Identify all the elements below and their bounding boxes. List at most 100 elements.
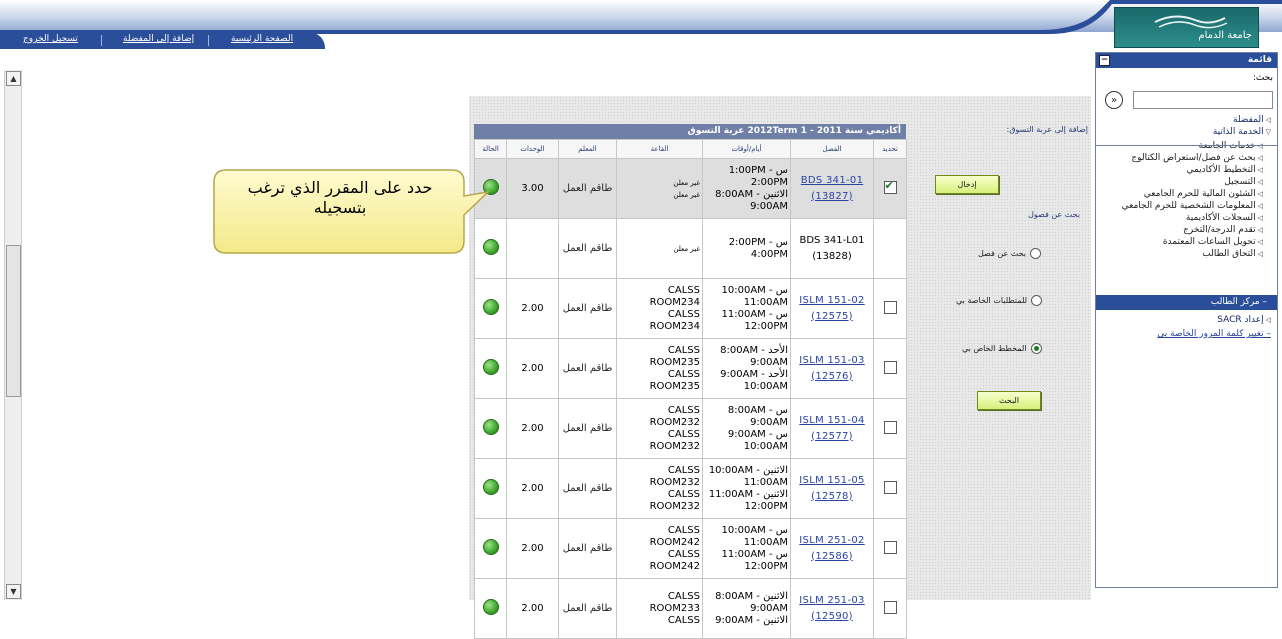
menu-item-label: المفضلة [1233,115,1264,125]
radio-my-requirements[interactable]: للمتطلبات الخاصة بي [956,295,1043,306]
class-link[interactable]: ISLM 151-05 [799,475,864,486]
time-line: س - 2:00PM [728,236,788,248]
select-checkbox[interactable] [883,300,897,314]
nav-home-link[interactable]: الصفحة الرئيسية [231,34,293,44]
menu-item-label: خدمات الجامعة [1198,141,1256,151]
class-link[interactable]: ISLM 251-02 [799,535,864,546]
instructor-cell: طاقم العمل [558,278,617,339]
menu-item-label: بحث عن فصل/استعراض الكتالوج [1131,153,1256,163]
select-checkbox[interactable] [883,600,897,614]
col-instructor: المعلم [558,139,617,159]
class-link[interactable]: ISLM 251-03 [799,595,864,606]
room-cell: CALSS ROOM232 CALSS ROOM232 [616,458,703,519]
radio-button[interactable] [1030,343,1042,354]
select-checkbox[interactable] [883,480,897,494]
select-checkbox[interactable] [883,540,897,554]
instructor-cell: طاقم العمل [558,458,617,519]
class-link[interactable]: ISLM 151-03 [799,355,864,366]
radio-button[interactable] [1030,248,1042,259]
table-row: طاقم العمل غير معلن س - 2:00PM 4:00PM BDS 34… [474,218,907,279]
menu-item[interactable]: ▽الخدمة الذاتية [1213,127,1271,137]
select-checkbox[interactable] [883,420,897,434]
col-select: تحديد [873,139,907,159]
table-row: 2.00 طاقم العمل CALSS ROOM232 CALSS ROOM232 ال… [474,458,907,519]
instructor-cell: طاقم العمل [558,158,617,219]
menu-item[interactable]: ◁المفضلة [1233,115,1271,125]
room-line: ROOM234 [649,320,700,332]
class-id-link[interactable]: (12590) [811,611,853,622]
select-checkbox[interactable] [883,179,897,194]
table-row: 3.00 طاقم العمل غير معلن غير معلن س - 1:00PM… [474,158,907,219]
status-cell [474,518,507,579]
time-line: الاثنين - 8:00AM [715,590,788,602]
time-line: الأحد - 8:00AM [720,344,788,356]
menu-item[interactable]: ◁تحويل الساعات المعتمدة [1163,237,1263,247]
nav-logout-link[interactable]: تسجيل الخروج [23,34,78,44]
menu-item-sacr[interactable]: ◁إعداد SACR [1217,315,1271,325]
room-line: CALSS [667,614,700,626]
menu-item-change-password[interactable]: – تغيير كلمة المرور الخاصة بي [1157,329,1271,339]
radio-my-planner[interactable]: المخطط الخاص بي [962,343,1042,354]
page-scrollbar[interactable]: ▲ ▼ [4,70,22,600]
room-line: CALSS [667,404,700,416]
scroll-up-icon[interactable]: ▲ [6,71,21,86]
status-cell [474,158,507,219]
menu-item[interactable]: ◁خدمات الجامعة [1199,141,1263,151]
room-cell: غير معلن [616,218,703,279]
select-checkbox[interactable] [883,360,897,374]
class-id-link[interactable]: (12576) [811,371,853,382]
arrow-icon: ◁ [1257,226,1263,234]
scroll-down-icon[interactable]: ▼ [6,584,21,599]
time-line: 10:00AM [743,440,788,452]
menu-item[interactable]: ◁التسجيل [1224,177,1263,187]
menu-item[interactable]: ◁السجلات الأكاديمية [1186,213,1263,223]
room-line: CALSS [667,524,700,536]
radio-class-search[interactable]: بحث عن فصل [978,248,1042,259]
col-class: الفصل [790,139,874,159]
class-name: BDS 341-L01 [799,234,865,246]
class-link[interactable]: ISLM 151-02 [799,295,864,306]
radio-label: بحث عن فصل [978,249,1027,258]
collapse-icon[interactable]: − [1099,55,1110,66]
menu-item[interactable]: ◁تقدم الدرجة/التخرج [1183,225,1263,235]
time-line: الاثنين - 9:00AM [715,614,788,626]
nav-favorites-link[interactable]: إضافة إلى المفضلة [123,34,194,44]
days-times-cell: س - 10:00AM 11:00AM س - 11:00AM 12:00PM [702,518,791,579]
room-cell: CALSS ROOM232 CALSS ROOM232 [616,398,703,459]
col-room: القاعة [616,139,703,159]
class-id-link[interactable]: (12578) [811,491,853,502]
menu-item[interactable]: ◁المعلومات الشخصية للحرم الجامعي [1122,201,1263,211]
menu-item-label: – مركز الطالب [1210,297,1267,307]
room-line: ROOM234 [649,296,700,308]
class-id-link[interactable]: (12577) [811,431,853,442]
class-id-link[interactable]: (12586) [811,551,853,562]
col-status: الحالة [474,139,507,159]
select-cell [873,458,907,519]
arrow-icon: ◁ [1257,166,1263,174]
instructor-cell: طاقم العمل [558,578,617,639]
class-link[interactable]: ISLM 151-04 [799,415,864,426]
search-go-icon[interactable]: » [1105,91,1123,109]
menu-item[interactable]: ◁التخطيط الأكاديمي [1186,165,1263,175]
instructor-cell: طاقم العمل [558,338,617,399]
menu-item[interactable]: ◁بحث عن فصل/استعراض الكتالوج [1131,153,1263,163]
menu-item[interactable]: ◁التحاق الطالب [1202,249,1263,259]
class-cell: ISLM 151-02 (12575) [790,278,874,339]
arrow-icon: ▽ [1265,128,1271,136]
room-line: ROOM232 [649,416,700,428]
time-line: 2:00PM [750,176,788,188]
status-cell [474,218,507,279]
class-id-link[interactable]: (12575) [811,311,853,322]
nav-separator [101,35,102,46]
status-open-icon [482,239,499,255]
class-link[interactable]: BDS 341-01 [801,175,864,186]
menu-item-student-center[interactable]: – مركز الطالب [1096,295,1277,310]
menu-item[interactable]: ◁الشئون المالية للحرم الجامعي [1144,189,1263,199]
radio-button[interactable] [1031,295,1043,306]
menu-search-input[interactable] [1133,91,1273,109]
enter-button[interactable]: إدخال [935,175,999,194]
class-id-link[interactable]: (13827) [811,191,853,202]
scroll-thumb[interactable] [6,245,21,397]
search-button[interactable]: البحث [977,391,1041,410]
status-open-icon [482,359,499,375]
